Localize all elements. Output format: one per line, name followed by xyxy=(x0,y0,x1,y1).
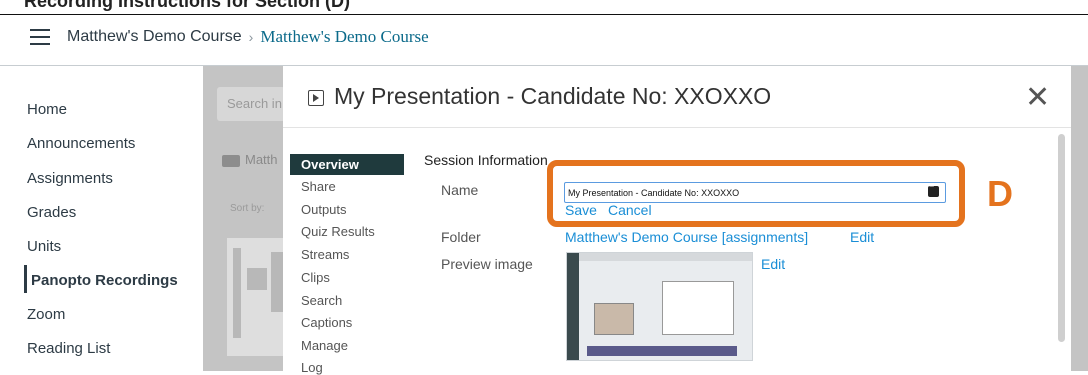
folder-value-link[interactable]: Matthew's Demo Course [assignments] xyxy=(565,229,808,245)
nav-item-panopto-recordings[interactable]: Panopto Recordings xyxy=(31,272,178,289)
nav-item-announcements[interactable]: Announcements xyxy=(27,135,135,152)
tab-clips[interactable]: Clips xyxy=(301,270,330,285)
section-heading: Session Information xyxy=(424,152,548,168)
folder-icon xyxy=(222,155,240,167)
background-sort-label: Sort by: xyxy=(230,203,265,214)
annotation-highlight-box xyxy=(547,160,965,227)
breadcrumb-chevron-icon: › xyxy=(248,29,254,45)
folder-label: Folder xyxy=(441,229,481,245)
modal-scrollbar[interactable] xyxy=(1058,134,1065,342)
breadcrumb: Matthew's Demo Course › Matthew's Demo C… xyxy=(67,27,429,47)
tab-manage[interactable]: Manage xyxy=(301,338,348,353)
breadcrumb-current-page[interactable]: Matthew's Demo Course xyxy=(260,27,428,47)
breadcrumb-course-link[interactable]: Matthew's Demo Course xyxy=(67,28,242,46)
nav-item-grades[interactable]: Grades xyxy=(27,204,76,221)
tab-quiz-results[interactable]: Quiz Results xyxy=(301,224,375,239)
name-label: Name xyxy=(441,182,479,198)
preview-image-thumbnail xyxy=(566,252,753,361)
annotation-letter: D xyxy=(987,173,1013,214)
modal-title: My Presentation - Candidate No: XXOXXO xyxy=(334,83,772,109)
folder-edit-link[interactable]: Edit xyxy=(850,229,874,245)
close-icon[interactable]: ✕ xyxy=(1025,83,1050,113)
preview-image-label: Preview image xyxy=(441,256,533,272)
tab-captions[interactable]: Captions xyxy=(301,315,352,330)
settings-tabs: Overview Share Outputs Quiz Results Stre… xyxy=(283,128,408,375)
course-header: Matthew's Demo Course › Matthew's Demo C… xyxy=(0,15,1088,66)
cropped-instruction-text: Recording Instructions for Section (D) xyxy=(24,0,351,11)
course-nav: Home Announcements Assignments Grades Un… xyxy=(0,66,203,371)
tab-overview[interactable]: Overview xyxy=(290,154,404,175)
nav-item-units[interactable]: Units xyxy=(27,238,61,255)
nav-item-home[interactable]: Home xyxy=(27,101,67,118)
video-play-icon xyxy=(308,90,324,106)
hamburger-menu-icon[interactable] xyxy=(30,29,50,45)
tab-search[interactable]: Search xyxy=(301,293,342,308)
tab-outputs[interactable]: Outputs xyxy=(301,202,347,217)
background-search-placeholder: Search in xyxy=(227,96,282,111)
tab-log[interactable]: Log xyxy=(301,360,323,375)
preview-edit-link[interactable]: Edit xyxy=(761,256,785,272)
background-search-input: Search in xyxy=(217,87,285,121)
nav-item-reading-list[interactable]: Reading List xyxy=(27,340,110,357)
top-strip: Recording Instructions for Section (D) xyxy=(0,0,1088,15)
tab-streams[interactable]: Streams xyxy=(301,247,349,262)
tab-share[interactable]: Share xyxy=(301,179,336,194)
nav-item-zoom[interactable]: Zoom xyxy=(27,306,65,323)
nav-active-indicator xyxy=(24,265,27,293)
background-folder-label: Matth xyxy=(245,152,278,167)
nav-item-assignments[interactable]: Assignments xyxy=(27,170,113,187)
